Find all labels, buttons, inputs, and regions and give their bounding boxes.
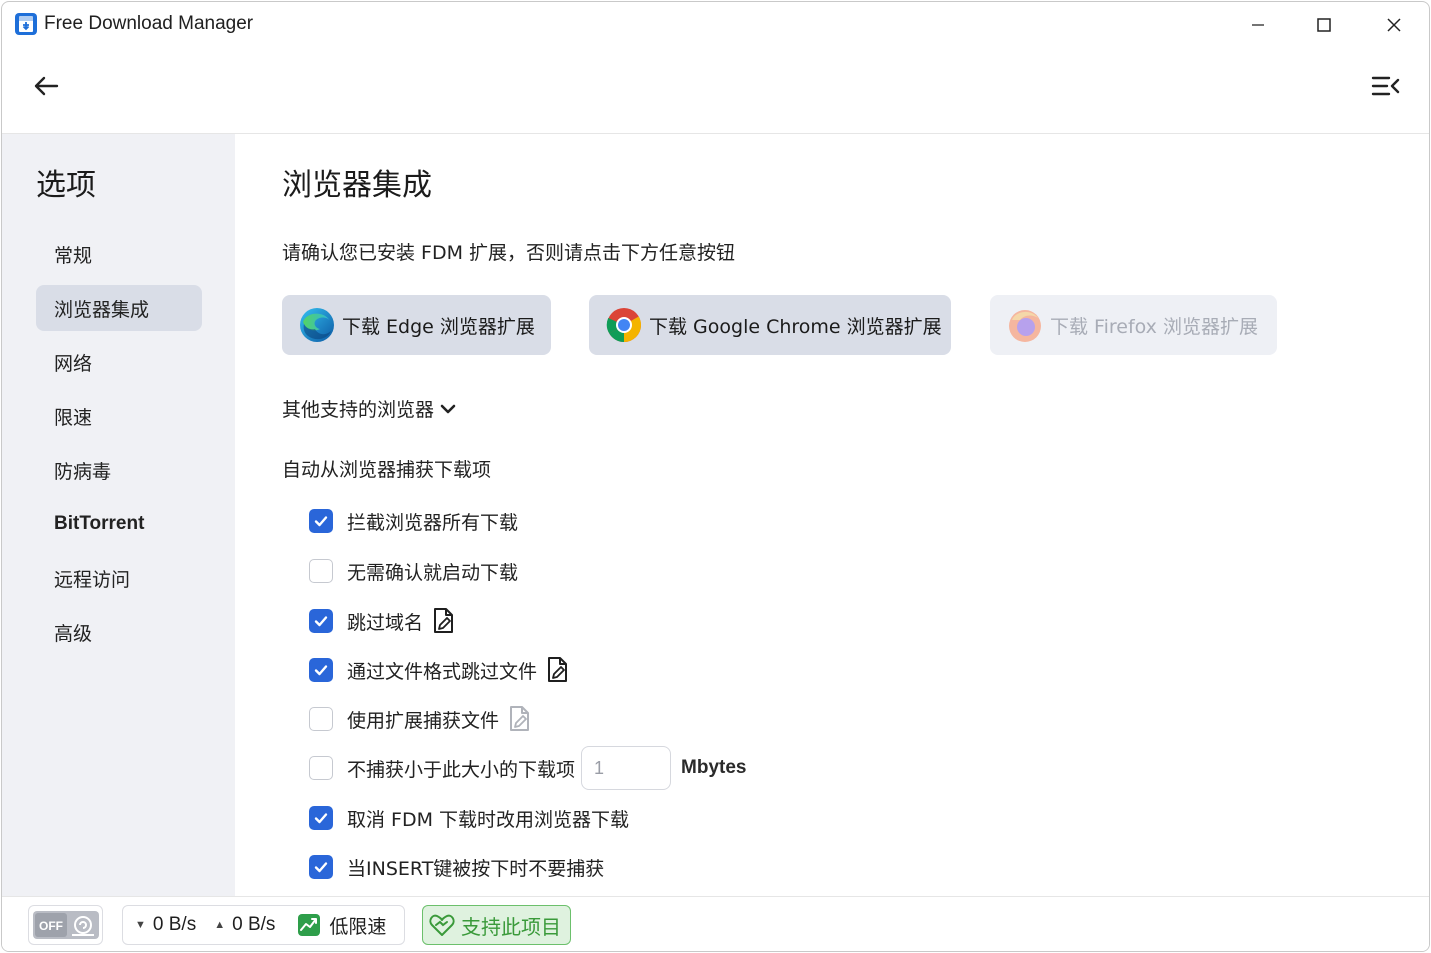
option-no-confirm: 无需确认就启动下载 <box>309 556 518 586</box>
edit-list-icon[interactable] <box>545 656 569 684</box>
back-button[interactable] <box>26 68 66 104</box>
sidebar-item-network[interactable]: 网络 <box>36 339 202 385</box>
window-title: Free Download Manager <box>44 13 254 34</box>
settings-content: 浏览器集成 请确认您已安装 FDM 扩展，否则请点击下方任意按钮 下载 Edge… <box>235 134 1429 896</box>
minimize-button[interactable] <box>1238 10 1278 40</box>
option-skip-file-types: 通过文件格式跳过文件 <box>309 655 569 685</box>
skip-domains-checkbox[interactable] <box>309 609 333 633</box>
checkmark-icon <box>314 862 328 873</box>
edge-extension-button[interactable]: 下载 Edge 浏览器扩展 <box>282 295 551 355</box>
sidebar-item-bittorrent[interactable]: BitTorrent <box>36 501 202 547</box>
option-label: 取消 FDM 下载时改用浏览器下载 <box>347 808 630 831</box>
chrome-icon <box>606 308 641 342</box>
other-browsers-toggle[interactable]: 其他支持的浏览器 <box>282 395 456 422</box>
option-min-size: 不捕获小于此大小的下载项 1 Mbytes <box>309 746 747 790</box>
edge-icon <box>300 308 334 342</box>
heart-handshake-icon <box>429 914 455 936</box>
sidebar-item-antivirus[interactable]: 防病毒 <box>36 447 202 493</box>
firefox-icon <box>1009 310 1041 342</box>
menu-collapse-icon <box>1371 76 1400 96</box>
upload-speed: 0 B/s <box>232 914 276 935</box>
support-label: 支持此项目 <box>461 914 561 939</box>
insert-key-checkbox[interactable] <box>309 855 333 879</box>
option-label: 不捕获小于此大小的下载项 <box>347 758 576 781</box>
minimize-icon <box>1252 24 1264 26</box>
fallback-browser-checkbox[interactable] <box>309 806 333 830</box>
sidebar-item-remote-access[interactable]: 远程访问 <box>36 555 202 601</box>
option-skip-domains: 跳过域名 <box>309 606 455 636</box>
speed-mode-label: 低限速 <box>329 916 387 938</box>
install-hint: 请确认您已安装 FDM 扩展，否则请点击下方任意按钮 <box>282 242 736 264</box>
min-size-input[interactable]: 1 <box>581 746 672 790</box>
edge-extension-label: 下载 Edge 浏览器扩展 <box>342 315 535 338</box>
page-title: 浏览器集成 <box>282 168 432 203</box>
sidebar-item-speed-limit[interactable]: 限速 <box>36 393 202 439</box>
option-fallback-browser: 取消 FDM 下载时改用浏览器下载 <box>309 803 629 833</box>
edit-list-icon[interactable] <box>431 607 455 635</box>
checkmark-icon <box>314 665 328 676</box>
app-window: Free Download Manager 选项 常规 浏览器集成 网络 限速 <box>1 1 1430 952</box>
extension-capture-checkbox[interactable] <box>309 707 333 731</box>
sidebar-item-advanced[interactable]: 高级 <box>36 609 202 655</box>
maximize-button[interactable] <box>1304 10 1344 40</box>
off-label: OFF <box>39 919 63 933</box>
arrow-left-icon <box>34 76 59 96</box>
option-extension-capture: 使用扩展捕获文件 <box>309 704 531 734</box>
firefox-extension-label: 下载 Firefox 浏览器扩展 <box>1050 315 1258 338</box>
download-arrow-icon: ▼ <box>135 919 146 931</box>
option-insert-key: 当INSERT键被按下时不要捕获 <box>309 852 604 882</box>
option-intercept-all: 拦截浏览器所有下载 <box>309 506 518 536</box>
option-label: 无需确认就启动下载 <box>347 561 519 584</box>
speed-panel[interactable]: ▼ 0 B/s ▲ 0 B/s 低限速 <box>122 905 405 945</box>
toolbar <box>2 48 1429 134</box>
option-label: 拦截浏览器所有下载 <box>347 511 519 534</box>
settings-sidebar: 选项 常规 浏览器集成 网络 限速 防病毒 BitTorrent 远程访问 高级 <box>2 134 235 896</box>
option-label: 当INSERT键被按下时不要捕获 <box>347 857 605 880</box>
snail-toggle-icon: OFF <box>32 911 99 939</box>
firefox-extension-button[interactable]: 下载 Firefox 浏览器扩展 <box>990 295 1277 355</box>
download-speed: 0 B/s <box>152 914 197 935</box>
min-size-unit: Mbytes <box>681 757 747 778</box>
no-confirm-checkbox[interactable] <box>309 559 333 583</box>
maximize-icon <box>1317 18 1331 32</box>
sidebar-item-general[interactable]: 常规 <box>36 231 202 277</box>
snail-mode-toggle[interactable]: OFF <box>28 905 103 945</box>
chrome-extension-label: 下载 Google Chrome 浏览器扩展 <box>649 315 942 338</box>
fdm-logo-icon <box>15 13 37 35</box>
checkmark-icon <box>314 516 328 527</box>
sidebar-title: 选项 <box>36 168 96 203</box>
speed-chart-icon <box>298 914 321 936</box>
intercept-all-checkbox[interactable] <box>309 509 333 533</box>
chevron-down-icon <box>440 404 456 413</box>
close-button[interactable] <box>1374 10 1414 40</box>
chrome-extension-button[interactable]: 下载 Google Chrome 浏览器扩展 <box>589 295 951 355</box>
checkmark-icon <box>314 616 328 627</box>
edit-list-icon[interactable] <box>507 705 531 733</box>
title-bar: Free Download Manager <box>2 2 1429 48</box>
skip-file-types-checkbox[interactable] <box>309 658 333 682</box>
close-icon <box>1387 18 1401 32</box>
option-label: 使用扩展捕获文件 <box>347 709 500 732</box>
option-label: 跳过域名 <box>347 611 424 634</box>
status-bar: OFF ▼ 0 B/s ▲ 0 B/s 低限速 支持此项目 <box>2 896 1429 951</box>
min-size-checkbox[interactable] <box>309 756 333 780</box>
auto-capture-heading: 自动从浏览器捕获下载项 <box>282 459 492 481</box>
main-menu-button[interactable] <box>1366 68 1406 104</box>
support-project-button[interactable]: 支持此项目 <box>422 905 571 945</box>
option-label: 通过文件格式跳过文件 <box>347 660 538 683</box>
sidebar-item-browser-integration[interactable]: 浏览器集成 <box>36 285 202 331</box>
other-browsers-label: 其他支持的浏览器 <box>282 399 435 421</box>
checkmark-icon <box>314 813 328 824</box>
upload-arrow-icon: ▲ <box>214 919 226 931</box>
